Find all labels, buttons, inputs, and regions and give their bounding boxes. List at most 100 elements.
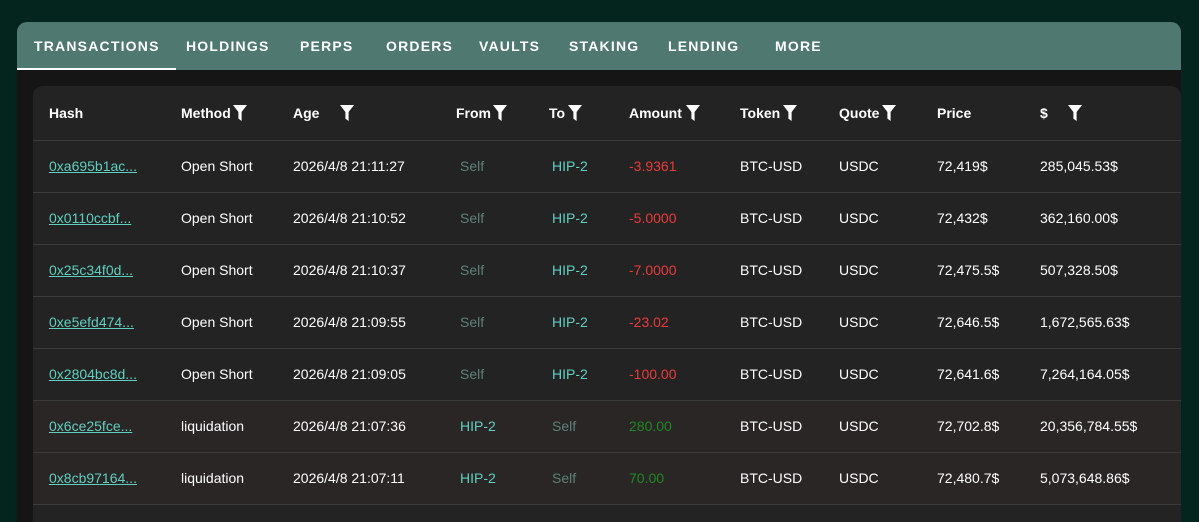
token-cell: BTC-USD	[740, 366, 803, 382]
from-cell[interactable]: HIP-2	[460, 401, 496, 452]
quote-cell: USDC	[839, 418, 879, 434]
funnel-icon[interactable]	[568, 105, 583, 121]
method-cell: liquidation	[181, 418, 245, 434]
amount-cell: 280.00	[629, 418, 672, 434]
quote-cell: USDC	[839, 470, 879, 486]
column-label: To	[549, 105, 566, 121]
from-cell: Self	[460, 366, 485, 382]
column-label: Quote	[839, 105, 880, 121]
funnel-icon[interactable]	[685, 105, 700, 121]
table-row: 0xa695b1ac... Open Short 2026/4/8 21:11:…	[33, 141, 1181, 193]
age-cell: 2026/4/8 21:07:11	[293, 470, 405, 486]
quote-cell: USDC	[839, 210, 879, 226]
funnel-icon[interactable]	[493, 105, 507, 121]
usd-value-cell: 1,672,565.63$	[1040, 314, 1130, 330]
hash-link[interactable]: 0xe5efd474...	[49, 297, 134, 348]
age-cell: 2026/4/8 21:09:05	[293, 366, 406, 382]
hash-link[interactable]: 0x0110ccbf...	[49, 193, 131, 244]
age-cell: 2026/4/8 21:11:27	[293, 158, 405, 174]
column-label: From	[456, 105, 491, 121]
from-cell[interactable]: HIP-2	[460, 453, 496, 504]
column-header-method: Method	[181, 86, 247, 140]
transactions-panel: TRANSACTIONS HOLDINGS PERPS ORDERS VAULT…	[17, 22, 1181, 522]
token-cell: BTC-USD	[740, 418, 803, 434]
column-header-price: Price	[937, 86, 971, 140]
tab-transactions[interactable]: TRANSACTIONS	[17, 22, 176, 70]
price-cell: 72,432$	[937, 210, 988, 226]
usd-value-cell: 285,045.53$	[1040, 158, 1118, 174]
token-cell: BTC-USD	[740, 314, 803, 330]
price-cell: 72,419$	[937, 158, 988, 174]
from-cell: Self	[460, 158, 485, 174]
tab-orders[interactable]: ORDERS	[386, 22, 453, 70]
hash-link[interactable]: 0x25c34f0d...	[49, 245, 133, 296]
table-header: Hash Method Age From To Amount Token Quo…	[33, 86, 1181, 141]
tab-bar: TRANSACTIONS HOLDINGS PERPS ORDERS VAULT…	[17, 22, 1181, 70]
column-header-quote: Quote	[839, 86, 897, 140]
age-cell: 2026/4/8 21:09:55	[293, 314, 406, 330]
age-cell: 2026/4/8 21:10:37	[293, 262, 406, 278]
quote-cell: USDC	[839, 366, 879, 382]
funnel-icon[interactable]	[783, 105, 798, 121]
tab-perps[interactable]: PERPS	[300, 22, 353, 70]
hash-link[interactable]: 0x2804bc8d...	[49, 349, 137, 400]
to-cell[interactable]: HIP-2	[552, 193, 588, 244]
column-label: $	[1040, 105, 1048, 121]
hash-link[interactable]: 0x8cb97164...	[49, 453, 137, 504]
amount-cell: -23.02	[629, 314, 669, 330]
price-cell: 72,641.6$	[937, 366, 1000, 382]
table-row: 0xe5efd474... Open Short 2026/4/8 21:09:…	[33, 297, 1181, 349]
amount-cell: 70.00	[629, 470, 665, 486]
age-cell: 2026/4/8 21:10:52	[293, 210, 406, 226]
column-header-age: Age	[293, 86, 355, 140]
amount-cell: -3.9361	[629, 158, 677, 174]
funnel-icon[interactable]	[232, 105, 247, 121]
column-header-hash: Hash	[49, 86, 83, 140]
column-label: Price	[937, 105, 972, 121]
column-label: Token	[740, 105, 781, 121]
from-cell: Self	[460, 314, 485, 330]
tab-lending[interactable]: LENDING	[668, 22, 739, 70]
age-cell: 2026/4/8 21:07:36	[293, 418, 406, 434]
tab-vaults[interactable]: VAULTS	[479, 22, 540, 70]
amount-cell: -7.0000	[629, 262, 677, 278]
method-cell: Open Short	[181, 158, 253, 174]
token-cell: BTC-USD	[740, 470, 803, 486]
column-header-usd: $	[1040, 86, 1082, 140]
to-cell[interactable]: HIP-2	[552, 297, 588, 348]
to-cell[interactable]: HIP-2	[552, 245, 588, 296]
tab-staking[interactable]: STAKING	[569, 22, 639, 70]
usd-value-cell: 507,328.50$	[1040, 262, 1118, 278]
funnel-icon[interactable]	[882, 105, 897, 121]
hash-link[interactable]: 0x6ce25fce...	[49, 401, 132, 452]
table-row: 0x8cb97164... liquidation 2026/4/8 21:07…	[33, 453, 1181, 505]
amount-cell: -100.00	[629, 366, 677, 382]
to-cell: Self	[552, 418, 577, 434]
to-cell[interactable]: HIP-2	[552, 141, 588, 192]
to-cell[interactable]: HIP-2	[552, 349, 588, 400]
method-cell: Open Short	[181, 366, 253, 382]
quote-cell: USDC	[839, 158, 879, 174]
tab-holdings[interactable]: HOLDINGS	[186, 22, 270, 70]
tab-more[interactable]: MORE	[775, 22, 822, 70]
quote-cell: USDC	[839, 262, 879, 278]
usd-value-cell: 5,073,648.86$	[1040, 470, 1130, 486]
table-row: 0x0110ccbf... Open Short 2026/4/8 21:10:…	[33, 193, 1181, 245]
column-header-to: To	[549, 86, 583, 140]
column-header-from: From	[456, 86, 507, 140]
quote-cell: USDC	[839, 314, 879, 330]
hash-link[interactable]: 0xa695b1ac...	[49, 141, 137, 192]
from-cell: Self	[460, 210, 485, 226]
usd-value-cell: 20,356,784.55$	[1040, 418, 1138, 434]
funnel-icon[interactable]	[340, 105, 355, 121]
usd-value-cell: 7,264,164.05$	[1040, 366, 1130, 382]
funnel-icon[interactable]	[1067, 105, 1082, 121]
token-cell: BTC-USD	[740, 158, 803, 174]
from-cell: Self	[460, 262, 485, 278]
method-cell: Open Short	[181, 314, 253, 330]
column-label: Amount	[629, 105, 682, 121]
price-cell: 72,480.7$	[937, 470, 1000, 486]
column-header-amount: Amount	[629, 86, 700, 140]
price-cell: 72,475.5$	[937, 262, 1000, 278]
token-cell: BTC-USD	[740, 210, 803, 226]
